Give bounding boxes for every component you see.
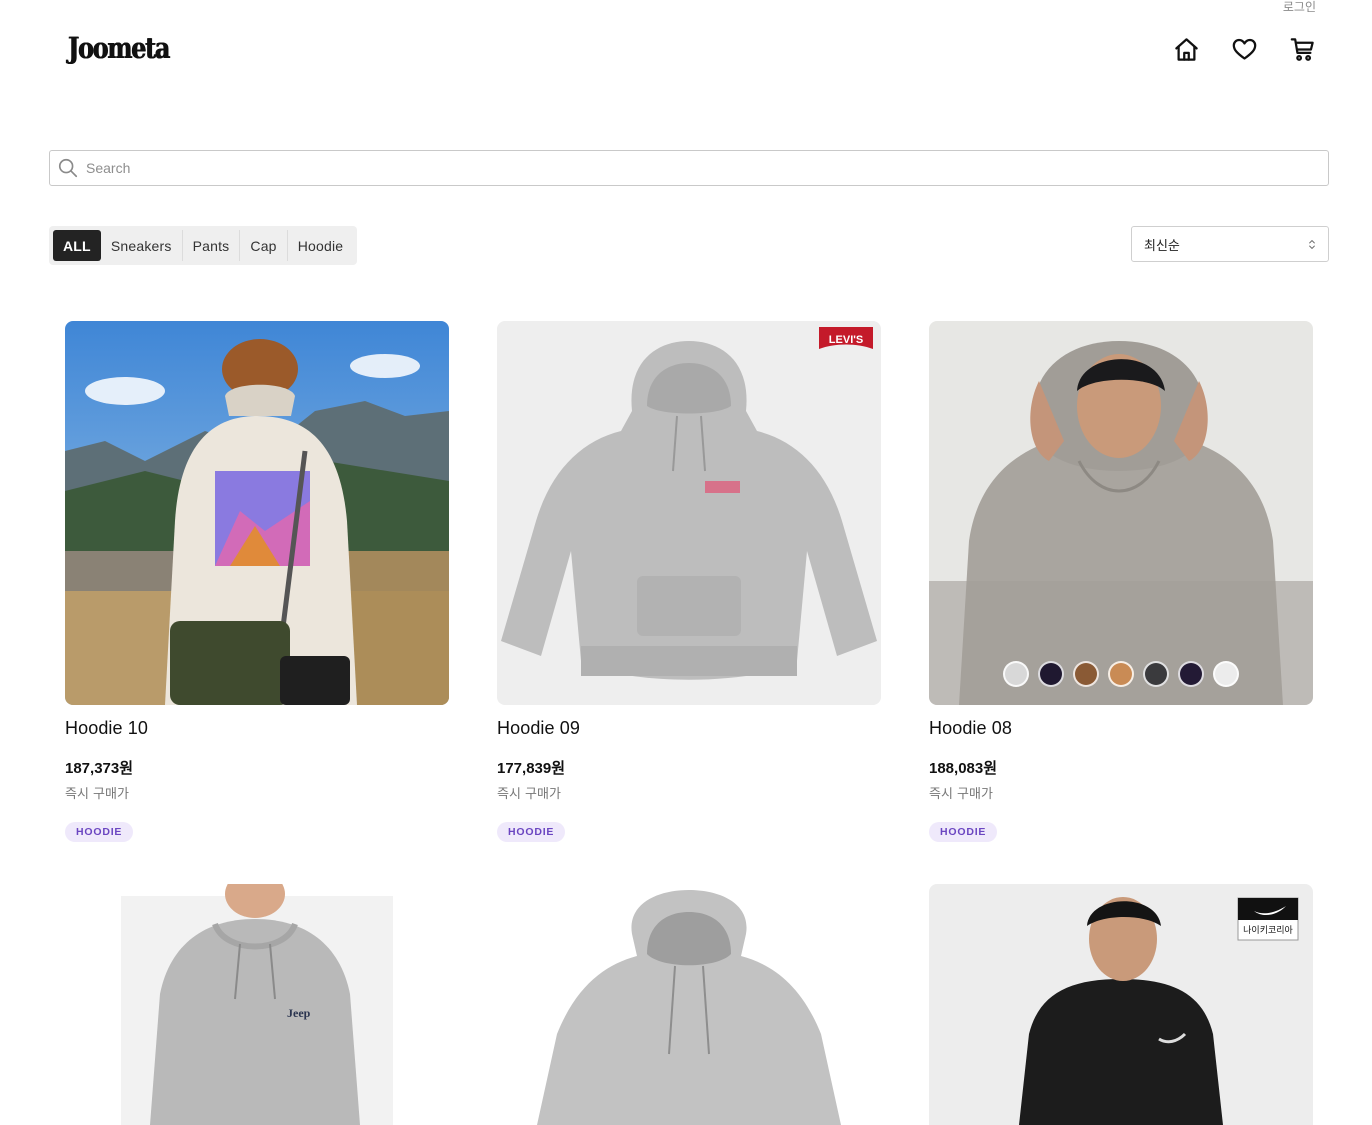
sort-select[interactable]: 최신순 [1131,226,1329,262]
brand-logo: LEVI'S [829,334,863,346]
search-icon [57,157,79,179]
color-swatch[interactable] [1178,661,1204,687]
product-name[interactable]: Hoodie 10 [65,718,449,739]
tab-hoodie[interactable]: Hoodie [286,230,354,261]
price-label: 즉시 구매가 [929,787,993,802]
header-icons [1172,34,1316,64]
product-card[interactable]: Hoodie 10 187,373원 즉시 구매가 HOODIE [65,321,449,842]
price-label: 즉시 구매가 [497,787,561,802]
product-image[interactable] [65,321,449,705]
category-tabs: ALL Sneakers Pants Cap Hoodie [49,226,358,265]
color-swatch[interactable] [1108,661,1134,687]
product-card[interactable]: Hoodie 08 188,083원 즉시 구매가 HOODIE [929,321,1313,842]
color-swatch[interactable] [1143,661,1169,687]
price-label: 즉시 구매가 [65,787,129,802]
product-card[interactable]: Jeep [65,884,449,1125]
tab-sneakers[interactable]: Sneakers [101,230,182,261]
product-image[interactable] [929,321,1313,705]
heart-icon[interactable] [1230,34,1258,64]
color-swatch[interactable] [1003,661,1029,687]
search-bar [49,150,1329,186]
category-badge: HOODIE [65,822,134,842]
category-badge: HOODIE [929,822,998,842]
product-name[interactable]: Hoodie 08 [929,718,1313,739]
color-swatch[interactable] [1038,661,1064,687]
color-swatch[interactable] [1213,661,1239,687]
product-price: 187,373원 [65,760,134,777]
brand-logo: 나이키코리아 [1243,925,1293,936]
product-price: 188,083원 [929,760,998,777]
tab-all[interactable]: ALL [53,230,101,261]
chevron-up-down-icon [1308,239,1316,250]
product-image[interactable]: Jeep [65,884,449,1125]
sort-selected-label: 최신순 [1144,238,1180,254]
product-image[interactable] [497,884,881,1125]
product-card[interactable] [497,884,881,1125]
product-name[interactable]: Hoodie 09 [497,718,881,739]
tab-pants[interactable]: Pants [181,230,240,261]
color-swatches [929,661,1313,687]
product-image[interactable]: LEVI'S [497,321,881,705]
product-price: 177,839원 [497,760,566,777]
product-image[interactable]: 나이키코리아 [929,884,1313,1125]
search-input[interactable] [86,160,1328,176]
login-link[interactable]: 로그인 [1283,0,1316,15]
category-badge: HOODIE [497,822,566,842]
color-swatch[interactable] [1073,661,1099,687]
product-card[interactable]: LEVI'S Hoodie 09 177,839원 즉시 구매가 HOODIE [497,321,881,842]
product-card[interactable]: 나이키코리아 [929,884,1313,1125]
cart-icon[interactable] [1288,34,1316,64]
logo[interactable]: Joometa [68,31,170,65]
home-icon[interactable] [1172,34,1200,64]
brand-text: Jeep [287,1006,311,1020]
tab-cap[interactable]: Cap [239,230,286,261]
